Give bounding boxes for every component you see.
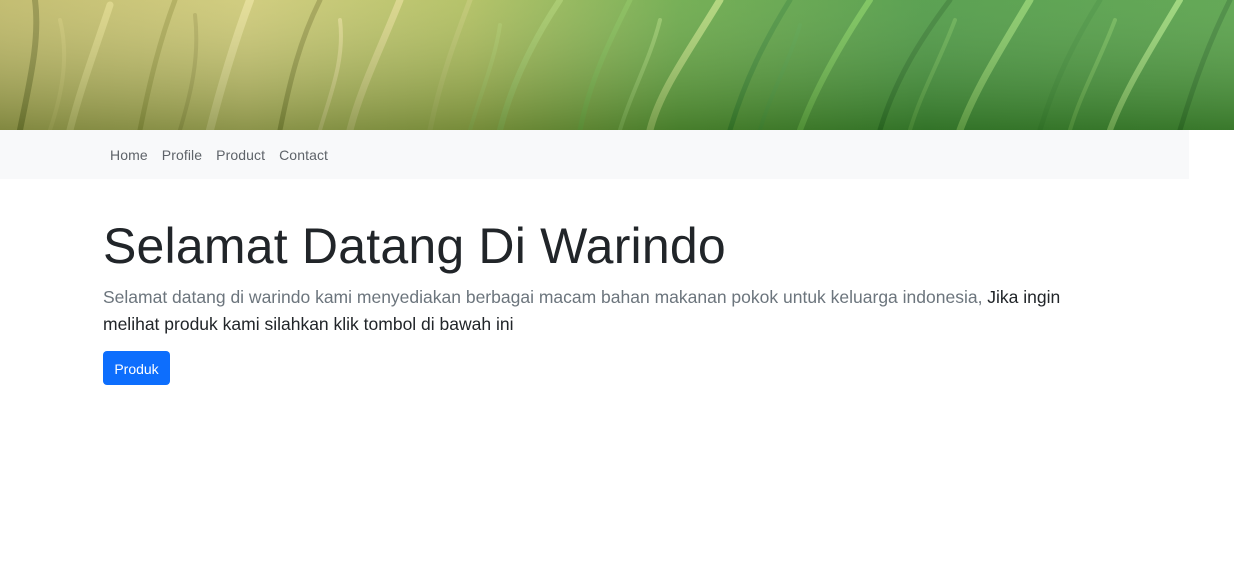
nav-link-home[interactable]: Home — [110, 147, 148, 163]
nav-links: Home Profile Product Contact — [110, 130, 342, 179]
page-title: Selamat Datang Di Warindo — [103, 218, 726, 274]
produk-button[interactable]: Produk — [103, 351, 170, 385]
navbar: Home Profile Product Contact — [0, 130, 1189, 179]
hero-description-light: Selamat datang di warindo kami menyediak… — [103, 287, 988, 307]
header-banner-image — [0, 0, 1234, 130]
nav-link-contact[interactable]: Contact — [279, 147, 328, 163]
hero-section: Selamat Datang Di Warindo Selamat datang… — [103, 212, 1113, 385]
nav-link-product[interactable]: Product — [216, 147, 265, 163]
hero-description: Selamat datang di warindo kami menyediak… — [103, 284, 1113, 338]
nav-link-profile[interactable]: Profile — [162, 147, 202, 163]
